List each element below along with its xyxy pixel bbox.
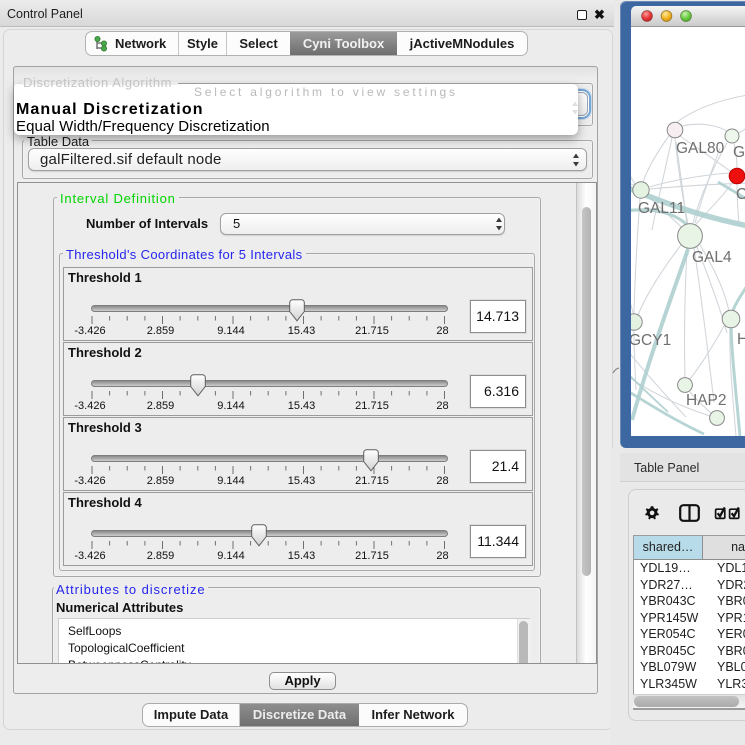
svg-text:CY: CY xyxy=(736,186,745,203)
svg-text:GAL11: GAL11 xyxy=(638,200,685,217)
svg-text:HAP2: HAP2 xyxy=(686,392,727,409)
svg-text:H: H xyxy=(737,331,745,348)
svg-text:GCY1: GCY1 xyxy=(631,332,671,349)
svg-text:GA: GA xyxy=(733,144,745,161)
svg-text:GAL80: GAL80 xyxy=(676,140,725,157)
svg-text:GAL4: GAL4 xyxy=(692,249,732,266)
